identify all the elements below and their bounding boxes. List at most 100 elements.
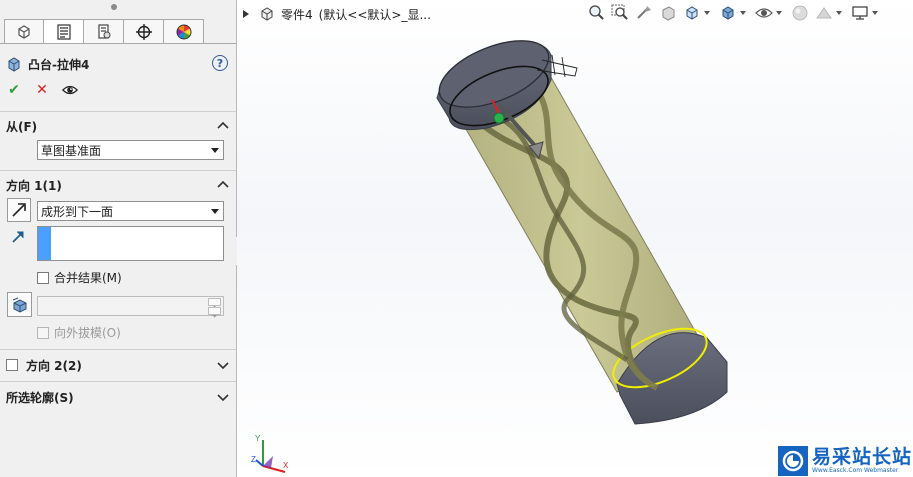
section-divider (0, 170, 236, 171)
selected-contours-title: 所选轮廓(S) (6, 390, 74, 405)
end-condition-select[interactable]: 成形到下一面 (37, 201, 224, 221)
triad-z-label: Z (251, 455, 256, 464)
triad-x-axis (262, 465, 286, 473)
section-divider (0, 381, 236, 382)
origin-marker (493, 112, 505, 124)
draft-outward-label: 向外拔模(O) (54, 326, 121, 340)
end-condition-value: 成形到下一面 (41, 204, 114, 219)
tab-configuration-manager[interactable] (84, 19, 124, 44)
tab-display-manager[interactable] (164, 19, 204, 44)
draft-angle-spinbox[interactable] (37, 296, 224, 318)
watermark-title: 易采站长站 (812, 445, 913, 468)
view-orientation-icon (686, 6, 698, 20)
zoom-fit-icon (589, 5, 604, 20)
merge-result-option[interactable]: 合并结果(M) (37, 269, 122, 286)
dropdown-arrow-icon[interactable] (776, 11, 782, 15)
previous-view-button[interactable] (634, 3, 654, 23)
zoom-area-icon (611, 4, 628, 20)
detailed-preview-button[interactable] (62, 82, 78, 98)
selected-contours-section-header[interactable]: 所选轮廓(S) (6, 388, 232, 406)
monitor-icon (852, 6, 868, 20)
eye-icon (755, 8, 773, 18)
chevron-down-icon[interactable] (216, 390, 230, 404)
display-style-button[interactable] (718, 3, 738, 23)
ok-button[interactable]: ✔ (6, 82, 22, 98)
boss-extrude-icon (8, 57, 20, 72)
direction-selection-box[interactable] (37, 226, 224, 261)
direction1-section-header[interactable]: 方向 1(1) (6, 176, 232, 194)
model-scene[interactable] (237, 0, 913, 477)
configuration-manager-icon (97, 23, 110, 39)
direction2-section-header[interactable]: 方向 2(2) (6, 356, 232, 374)
feature-tree-flyout[interactable]: 零件4 (默认<<默认>_显... (243, 5, 431, 23)
panel-grip-handle[interactable] (111, 4, 117, 10)
manager-tabs (4, 19, 204, 44)
direction-vector-icon (12, 231, 24, 243)
dropdown-arrow-icon[interactable] (872, 11, 878, 15)
dropdown-arrow-icon (211, 148, 219, 153)
direction1-section-title: 方向 1(1) (6, 178, 62, 193)
site-watermark: 易采站长站 Www.Easck.Com Webmaster (778, 444, 913, 477)
spin-up-button[interactable] (208, 298, 221, 308)
feature-title: 凸台-拉伸4 (28, 57, 90, 72)
merge-result-label: 合并结果(M) (54, 271, 122, 285)
part-name[interactable]: 零件4 (281, 6, 313, 23)
apply-scene-button[interactable] (814, 3, 834, 23)
merge-result-checkbox[interactable] (37, 271, 49, 284)
start-condition-select[interactable]: 草图基准面 (37, 140, 224, 160)
help-button[interactable]: ? (212, 55, 228, 71)
tab-feature-manager[interactable] (4, 19, 44, 44)
property-manager-panel: 凸台-拉伸4 ? ✔ ✕ 从(F) 草图基准面 方向 1(1) 成形到下一面 合… (0, 0, 237, 477)
scene-icon (816, 7, 832, 19)
tab-property-manager[interactable] (44, 19, 84, 44)
tab-divider (0, 43, 236, 44)
chevron-up-icon[interactable] (216, 178, 230, 192)
feature-manager-icon (18, 24, 30, 39)
active-selection-indicator (38, 227, 51, 260)
part-icon (261, 7, 273, 21)
previous-view-icon (637, 6, 651, 19)
chevron-up-icon[interactable] (216, 119, 230, 133)
heads-up-toolbar (586, 2, 882, 24)
hide-show-items-button[interactable] (754, 3, 774, 23)
reverse-direction-button[interactable] (7, 198, 31, 222)
display-style-icon (722, 6, 734, 20)
edit-appearance-button[interactable] (790, 3, 810, 23)
direction2-checkbox[interactable] (6, 359, 18, 371)
triad-z-axis (255, 459, 264, 467)
dropdown-arrow-icon[interactable] (836, 11, 842, 15)
tab-dimxpert-manager[interactable] (124, 19, 164, 44)
cancel-button[interactable]: ✕ (34, 82, 50, 98)
reference-triad: Y Z X (251, 434, 289, 473)
view-orientation-button[interactable] (682, 3, 702, 23)
from-section-header[interactable]: 从(F) (6, 117, 232, 135)
zoom-to-fit-button[interactable] (586, 3, 606, 23)
expand-arrow-icon[interactable] (243, 10, 249, 18)
view-settings-button[interactable] (850, 3, 870, 23)
watermark-logo-icon (782, 450, 804, 471)
section-view-button[interactable] (658, 3, 678, 23)
watermark-text: 易采站长站 Www.Easck.Com Webmaster (812, 447, 912, 475)
dropdown-arrow-icon[interactable] (740, 11, 746, 15)
draft-toggle-button[interactable] (7, 292, 32, 317)
graphics-area[interactable]: 零件4 (默认<<默认>_显... Y Z X 易采站长站 Www.Easck.… (237, 0, 913, 477)
dropdown-arrow-icon[interactable] (704, 11, 710, 15)
checkmark-icon: ✔ (8, 82, 20, 98)
section-divider (0, 111, 236, 112)
display-manager-icon (176, 24, 191, 39)
spin-down-icon (212, 315, 217, 318)
chevron-down-icon[interactable] (216, 358, 230, 372)
zoom-to-area-button[interactable] (610, 3, 630, 23)
appearance-icon (792, 5, 808, 21)
reverse-direction-icon (12, 203, 26, 217)
draft-icon (12, 297, 26, 313)
watermark-logo (778, 445, 808, 476)
spin-down-button[interactable] (208, 307, 221, 318)
dropdown-arrow-icon (211, 209, 219, 214)
section-divider (0, 349, 236, 350)
configuration-name[interactable]: (默认<<默认>_显... (319, 6, 431, 23)
direction2-section-title: 方向 2(2) (26, 358, 82, 373)
cross-icon: ✕ (36, 82, 48, 98)
draft-outward-option: 向外拔模(O) (37, 324, 121, 341)
triad-y-label: Y (255, 434, 261, 443)
